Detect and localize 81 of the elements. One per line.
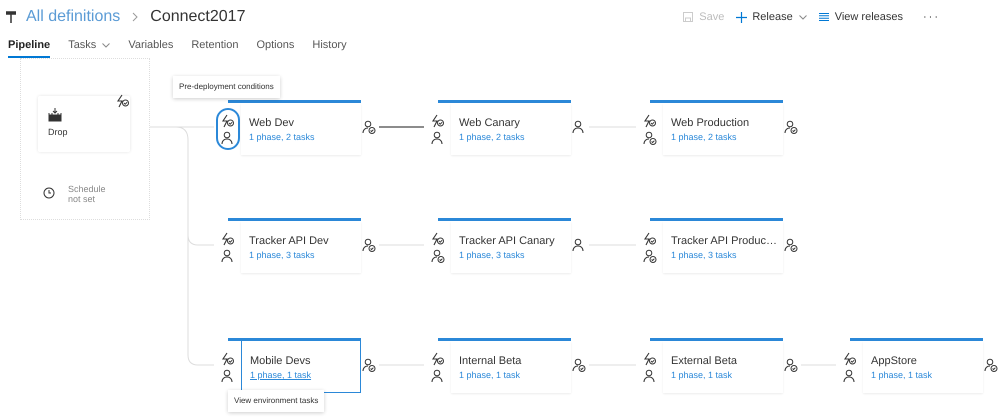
environment-card[interactable]: Tracker API Dev 1 phase, 3 tasks bbox=[241, 221, 361, 273]
trigger-icon bbox=[643, 352, 657, 366]
pipeline-icon bbox=[6, 11, 16, 23]
environment-card[interactable]: External Beta 1 phase, 1 task bbox=[663, 341, 783, 393]
environment-card[interactable]: Web Dev 1 phase, 2 tasks bbox=[241, 103, 361, 155]
person-icon[interactable] bbox=[572, 120, 586, 134]
tasks-link[interactable]: 1 phase, 1 task bbox=[459, 369, 520, 382]
list-icon bbox=[818, 13, 829, 21]
tasks-link[interactable]: 1 phase, 2 tasks bbox=[671, 131, 737, 144]
environment-card[interactable]: AppStore 1 phase, 1 task bbox=[863, 341, 983, 393]
connector-line bbox=[379, 126, 424, 128]
trigger-icon bbox=[431, 114, 445, 128]
environment-card[interactable]: Mobile Devs 1 phase, 1 task bbox=[241, 341, 361, 393]
environment-name: Tracker API Produc… bbox=[671, 234, 777, 249]
artifact-card[interactable]: Drop bbox=[38, 96, 130, 152]
environment-name: Web Production bbox=[671, 116, 750, 131]
trigger-icon bbox=[221, 232, 235, 246]
clock-icon bbox=[42, 186, 56, 200]
trigger-icon bbox=[221, 114, 235, 128]
toolbar-button[interactable]: Release bbox=[736, 8, 807, 26]
trigger-icon bbox=[221, 352, 235, 366]
toolbar-button[interactable]: View releases bbox=[818, 8, 903, 26]
chevron-icon bbox=[132, 12, 138, 22]
tasks-link[interactable]: 1 phase, 3 tasks bbox=[249, 249, 315, 262]
more-button[interactable]: ··· bbox=[923, 8, 940, 26]
tab[interactable]: History bbox=[312, 34, 347, 58]
environment-name: Tracker API Dev bbox=[249, 234, 329, 249]
definition-title: Connect2017 bbox=[150, 7, 246, 27]
trigger-icon bbox=[431, 232, 445, 246]
save-icon bbox=[683, 12, 694, 22]
approvers-set-icon[interactable] bbox=[784, 358, 798, 372]
connector-line bbox=[800, 364, 836, 366]
tab[interactable]: Tasks bbox=[68, 34, 110, 58]
tooltip: View environment tasks bbox=[228, 390, 324, 412]
environment-card[interactable]: Internal Beta 1 phase, 1 task bbox=[451, 341, 571, 393]
approvers-set-icon[interactable] bbox=[362, 120, 376, 134]
environment-card[interactable]: Tracker API Produc… 1 phase, 3 tasks bbox=[663, 221, 783, 273]
tasks-link[interactable]: 1 phase, 2 tasks bbox=[249, 131, 315, 144]
tab[interactable]: Variables bbox=[128, 34, 174, 58]
tab[interactable]: Retention bbox=[191, 34, 238, 58]
environment-name: AppStore bbox=[871, 354, 917, 369]
environment-card[interactable]: Web Production 1 phase, 2 tasks bbox=[663, 103, 783, 155]
approvers-set-icon[interactable] bbox=[784, 238, 798, 252]
schedule-status[interactable]: Schedule not set bbox=[68, 184, 118, 204]
approvers-set-icon[interactable] bbox=[362, 358, 376, 372]
tasks-link[interactable]: 1 phase, 1 task bbox=[671, 369, 732, 382]
trigger-icon bbox=[843, 352, 857, 366]
environment-card[interactable]: Tracker API Canary 1 phase, 3 tasks bbox=[451, 221, 571, 273]
environment-name: Internal Beta bbox=[459, 354, 522, 369]
approvers-set-icon[interactable] bbox=[572, 358, 586, 372]
environment-name: Web Canary bbox=[459, 116, 520, 131]
approvers-set-icon[interactable] bbox=[984, 358, 998, 372]
plus-icon bbox=[736, 12, 748, 22]
tasks-link[interactable]: 1 phase, 1 task bbox=[250, 369, 312, 382]
pre-deployment-conditions[interactable] bbox=[216, 108, 240, 150]
tasks-link[interactable]: 1 phase, 2 tasks bbox=[459, 131, 525, 144]
approvers-set-icon[interactable] bbox=[362, 238, 376, 252]
tasks-link[interactable]: 1 phase, 3 tasks bbox=[671, 249, 737, 262]
connector-line bbox=[378, 244, 424, 246]
person-icon[interactable] bbox=[572, 238, 586, 252]
tooltip: Pre-deployment conditions bbox=[173, 76, 280, 98]
trigger-icon bbox=[643, 114, 657, 128]
tasks-link[interactable]: 1 phase, 1 task bbox=[871, 369, 932, 382]
connector-line bbox=[588, 244, 636, 246]
tab[interactable]: Pipeline bbox=[8, 34, 50, 58]
environment-name: Web Dev bbox=[249, 116, 294, 131]
trigger-icon bbox=[643, 232, 657, 246]
artifact-label: Drop bbox=[48, 126, 69, 140]
environment-name: Mobile Devs bbox=[250, 354, 311, 369]
connector-line bbox=[588, 364, 636, 366]
environment-name: External Beta bbox=[671, 354, 738, 369]
environment-card[interactable]: Web Canary 1 phase, 2 tasks bbox=[451, 103, 571, 155]
approvers-set-icon[interactable] bbox=[784, 120, 798, 134]
trigger-icon[interactable] bbox=[116, 94, 130, 108]
trigger-icon bbox=[431, 352, 445, 366]
connector-line bbox=[588, 126, 636, 128]
build-icon bbox=[48, 108, 62, 122]
environment-name: Tracker API Canary bbox=[459, 234, 555, 249]
tasks-link[interactable]: 1 phase, 3 tasks bbox=[459, 249, 525, 262]
connector-line bbox=[378, 364, 424, 366]
tab[interactable]: Options bbox=[256, 34, 294, 58]
